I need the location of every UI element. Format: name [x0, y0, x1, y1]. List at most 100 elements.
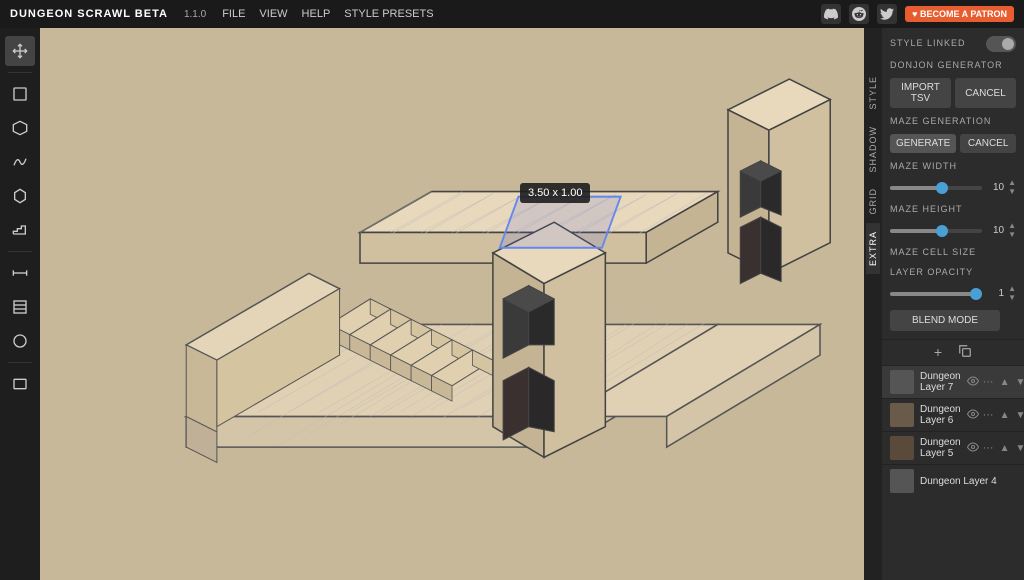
- maze-width-row: 10 ▲ ▼: [890, 179, 1016, 196]
- twitter-icon[interactable]: [877, 4, 897, 24]
- maze-height-value: 10: [986, 225, 1004, 236]
- maze-cancel-button[interactable]: CANCEL: [960, 134, 1016, 153]
- maze-width-slider-track[interactable]: [890, 186, 982, 190]
- layer-5-down[interactable]: ▼: [1016, 443, 1024, 454]
- tab-grid[interactable]: GRID: [866, 180, 880, 223]
- maze-height-stepper: ▲ ▼: [1008, 222, 1016, 239]
- reddit-icon[interactable]: [849, 4, 869, 24]
- maze-width-label: MAZE WIDTH: [890, 161, 1016, 171]
- layer-7-name: Dungeon Layer 7: [920, 371, 961, 393]
- add-layer-button[interactable]: +: [934, 344, 942, 361]
- maze-width-up[interactable]: ▲: [1008, 179, 1016, 187]
- import-tsv-button[interactable]: IMPORT TSV: [890, 78, 951, 108]
- donjon-buttons: IMPORT TSV CANCEL: [890, 78, 1016, 108]
- layer-7-down[interactable]: ▼: [1016, 377, 1024, 388]
- menu-view[interactable]: VIEW: [259, 8, 287, 20]
- layer-6-more[interactable]: ···: [983, 409, 994, 421]
- layer-item-5[interactable]: Dungeon Layer 5 ··· ▲ ▼: [882, 431, 1024, 464]
- move-tool[interactable]: [5, 36, 35, 66]
- discord-icon[interactable]: [821, 4, 841, 24]
- layer-6-thumb: [890, 403, 914, 427]
- opacity-slider-track[interactable]: [890, 292, 982, 296]
- hex-tool[interactable]: [5, 181, 35, 211]
- donjon-cancel-button[interactable]: CANCEL: [955, 78, 1016, 108]
- side-tabs: STYLE SHADOW GRID EXTRA: [864, 28, 882, 580]
- layer-5-thumb: [890, 436, 914, 460]
- layer-5-visibility[interactable]: [967, 441, 979, 456]
- layer-item-4[interactable]: Dungeon Layer 4: [882, 464, 1024, 497]
- layer-5-name: Dungeon Layer 5: [920, 437, 961, 459]
- measure-tool[interactable]: [5, 258, 35, 288]
- style-linked-toggle[interactable]: [986, 36, 1016, 52]
- layer-5-icons: ···: [967, 441, 994, 456]
- app-title: DUNGEON SCRAWL BETA: [10, 8, 168, 20]
- maze-height-section: MAZE HEIGHT 10 ▲ ▼: [890, 204, 1016, 239]
- toggle-knob: [1002, 38, 1014, 50]
- opacity-down[interactable]: ▼: [1008, 294, 1016, 302]
- duplicate-layer-button[interactable]: [958, 344, 972, 361]
- opacity-up[interactable]: ▲: [1008, 285, 1016, 293]
- maze-gen-buttons: GENERATE CANCEL: [890, 134, 1016, 153]
- layer-6-visibility[interactable]: [967, 408, 979, 423]
- path-tool[interactable]: [5, 147, 35, 177]
- panel-content: STYLE LINKED DONJON GENERATOR IMPORT TSV…: [882, 28, 1024, 580]
- layer-6-name: Dungeon Layer 6: [920, 404, 961, 426]
- layer-6-icons: ···: [967, 408, 994, 423]
- opacity-stepper: ▲ ▼: [1008, 285, 1016, 302]
- style-linked-row: STYLE LINKED: [890, 36, 1016, 52]
- right-panel: STYLE SHADOW GRID EXTRA STYLE LINKED: [864, 28, 1024, 580]
- layer-7-visibility[interactable]: [967, 375, 979, 390]
- opacity-fill: [890, 292, 982, 296]
- maze-height-slider-track[interactable]: [890, 229, 982, 233]
- layer-panel: + Dungeon Layer 7 ···: [882, 339, 1024, 497]
- layer-item-7[interactable]: Dungeon Layer 7 ··· ▲ ▼: [882, 365, 1024, 398]
- maze-height-row: 10 ▲ ▼: [890, 222, 1016, 239]
- layer-7-icons: ···: [967, 375, 994, 390]
- maze-height-down[interactable]: ▼: [1008, 231, 1016, 239]
- layer-6-up[interactable]: ▲: [1000, 410, 1010, 421]
- app-version: 1.1.0: [184, 9, 206, 20]
- blend-mode-button[interactable]: BLEND MODE: [890, 310, 1000, 331]
- maze-width-value: 10: [986, 182, 1004, 193]
- menu-bar: DUNGEON SCRAWL BETA 1.1.0 FILE VIEW HELP…: [0, 0, 1024, 28]
- maze-generation-section: MAZE GENERATION GENERATE CANCEL: [890, 116, 1016, 153]
- layer-7-up[interactable]: ▲: [1000, 377, 1010, 388]
- menu-style-presets[interactable]: STYLE PRESETS: [344, 8, 433, 20]
- tab-style[interactable]: STYLE: [866, 68, 880, 118]
- maze-width-fill: [890, 186, 942, 190]
- polygon-tool[interactable]: [5, 113, 35, 143]
- layer-tool[interactable]: [5, 292, 35, 322]
- generate-button[interactable]: GENERATE: [890, 134, 956, 153]
- maze-height-up[interactable]: ▲: [1008, 222, 1016, 230]
- menu-items: FILE VIEW HELP STYLE PRESETS: [222, 8, 433, 20]
- circle-tool[interactable]: [5, 326, 35, 356]
- menu-help[interactable]: HELP: [302, 8, 331, 20]
- menu-file[interactable]: FILE: [222, 8, 245, 20]
- tab-extra[interactable]: EXTRA: [866, 223, 880, 274]
- layer-5-up[interactable]: ▲: [1000, 443, 1010, 454]
- layer-6-down[interactable]: ▼: [1016, 410, 1024, 421]
- canvas-area[interactable]: 3.50 x 1.00: [40, 28, 864, 580]
- layer-controls: +: [882, 340, 1024, 365]
- tab-shadow[interactable]: SHADOW: [866, 118, 880, 181]
- layer-4-thumb: [890, 469, 914, 493]
- donjon-title: DONJON GENERATOR: [890, 60, 1016, 70]
- text-tool[interactable]: [5, 369, 35, 399]
- layer-7-thumb: [890, 370, 914, 394]
- opacity-thumb: [970, 288, 982, 300]
- layer-item-6[interactable]: Dungeon Layer 6 ··· ▲ ▼: [882, 398, 1024, 431]
- maze-height-thumb: [936, 225, 948, 237]
- layer-7-more[interactable]: ···: [983, 376, 994, 388]
- patreon-button[interactable]: ♥ BECOME A PATRON: [905, 6, 1014, 22]
- donjon-section: DONJON GENERATOR IMPORT TSV CANCEL: [890, 60, 1016, 108]
- opacity-value: 1: [986, 288, 1004, 299]
- layer-5-more[interactable]: ···: [983, 442, 994, 454]
- left-toolbar: [0, 28, 40, 580]
- maze-width-down[interactable]: ▼: [1008, 188, 1016, 196]
- dungeon-canvas[interactable]: [40, 28, 864, 580]
- maze-gen-title: MAZE GENERATION: [890, 116, 1016, 126]
- stairs-tool[interactable]: [5, 215, 35, 245]
- select-tool[interactable]: [5, 79, 35, 109]
- maze-width-stepper: ▲ ▼: [1008, 179, 1016, 196]
- maze-height-fill: [890, 229, 942, 233]
